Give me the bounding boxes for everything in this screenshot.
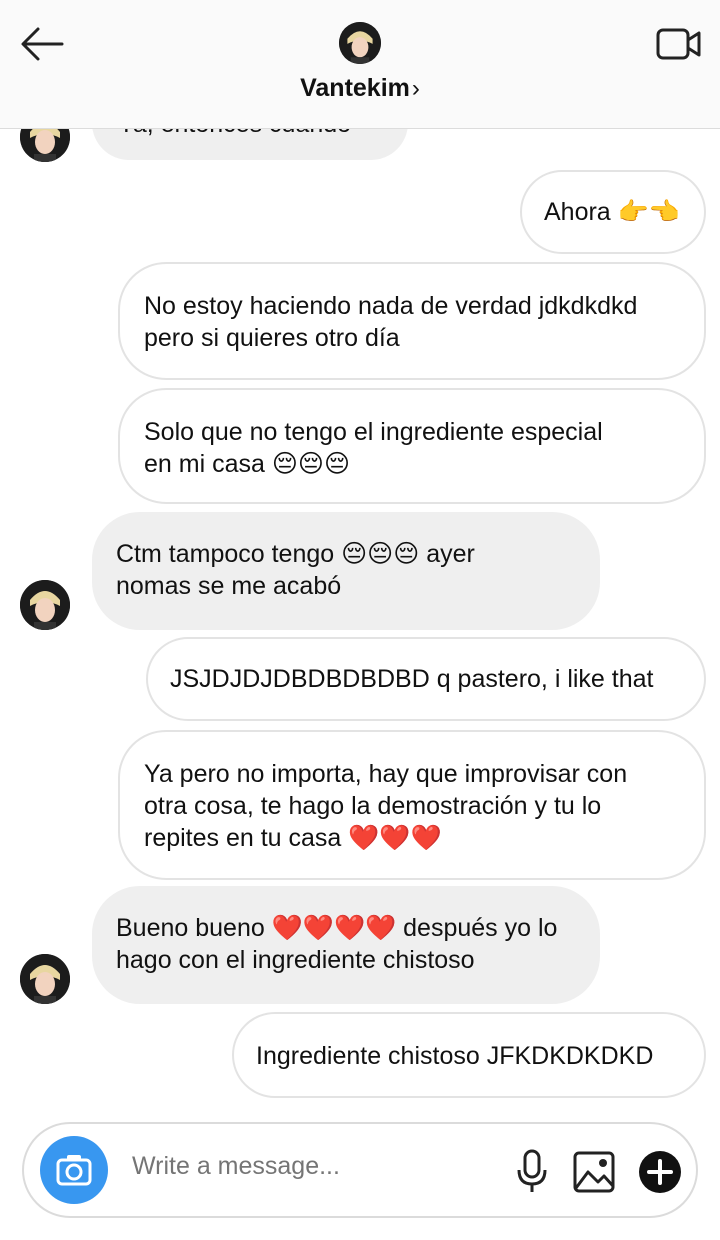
add-icon bbox=[639, 1151, 681, 1193]
message-input[interactable] bbox=[132, 1152, 492, 1181]
contact-name-button[interactable]: Vantekim› bbox=[0, 74, 720, 103]
message-bubble-incoming[interactable]: Ctm tampoco tengo 😔😔😔 ayer nomas se me a… bbox=[92, 512, 600, 630]
chat-header: Vantekim› bbox=[0, 0, 720, 129]
contact-avatar[interactable] bbox=[20, 580, 70, 630]
message-text-line: hago con el ingrediente chistoso bbox=[116, 946, 475, 974]
message-text-line: Bueno bueno ❤️❤️❤️❤️ después yo lo bbox=[116, 914, 558, 942]
header-avatar[interactable] bbox=[339, 22, 381, 64]
message-text-line: pero si quieres otro día bbox=[144, 324, 400, 352]
message-bubble-outgoing[interactable]: Solo que no tengo el ingrediente especia… bbox=[118, 388, 706, 504]
message-text-line: Ctm tampoco tengo 😔😔😔 ayer bbox=[116, 540, 475, 568]
message-bubble-outgoing[interactable]: Ahora 👉👈 bbox=[520, 170, 706, 254]
camera-icon bbox=[56, 1155, 92, 1186]
message-bubble-outgoing[interactable]: No estoy haciendo nada de verdad jdkdkdk… bbox=[118, 262, 706, 380]
back-arrow-icon bbox=[21, 27, 64, 61]
message-text-line: en mi casa 😔😔😔 bbox=[144, 450, 351, 478]
message-bubble-outgoing[interactable]: Ingrediente chistoso JFKDKDKDKD bbox=[232, 1012, 706, 1098]
message-bubble-outgoing[interactable]: Ya pero no importa, hay que improvisar c… bbox=[118, 730, 706, 880]
back-button[interactable] bbox=[18, 24, 66, 64]
video-call-icon bbox=[656, 28, 701, 60]
gallery-button[interactable] bbox=[572, 1150, 616, 1194]
message-bubble-incoming[interactable]: Bueno bueno ❤️❤️❤️❤️ después yo lo hago … bbox=[92, 886, 600, 1004]
message-text-line: Ya pero no importa, hay que improvisar c… bbox=[144, 760, 628, 788]
video-call-button[interactable] bbox=[656, 26, 702, 62]
microphone-icon bbox=[517, 1149, 547, 1192]
message-text-line: otra cosa, te hago la demostración y tu … bbox=[144, 792, 602, 820]
message-text-line: nomas se me acabó bbox=[116, 572, 342, 600]
contact-name: Vantekim bbox=[300, 74, 410, 102]
message-composer bbox=[22, 1122, 698, 1218]
message-thread: Ya, entonces cuando Ahora 👉👈 No estoy ha… bbox=[0, 0, 720, 1240]
message-bubble-outgoing[interactable]: JSJDJDJDBDBDBDBD q pastero, i like that bbox=[146, 637, 706, 721]
camera-button[interactable] bbox=[40, 1136, 108, 1204]
add-button[interactable] bbox=[638, 1150, 682, 1194]
message-text: Ingrediente chistoso JFKDKDKDKD bbox=[256, 1042, 654, 1070]
message-text: Ahora 👉👈 bbox=[544, 198, 680, 226]
message-text-line: No estoy haciendo nada de verdad jdkdkdk… bbox=[144, 292, 638, 320]
gallery-icon bbox=[573, 1151, 615, 1193]
chevron-right-icon: › bbox=[411, 75, 420, 102]
message-text-line: repites en tu casa ❤️❤️❤️ bbox=[144, 824, 442, 852]
voice-message-button[interactable] bbox=[512, 1148, 552, 1194]
message-text-line: Solo que no tengo el ingrediente especia… bbox=[144, 418, 603, 446]
contact-avatar[interactable] bbox=[20, 954, 70, 1004]
message-text: JSJDJDJDBDBDBDBD q pastero, i like that bbox=[170, 665, 654, 693]
